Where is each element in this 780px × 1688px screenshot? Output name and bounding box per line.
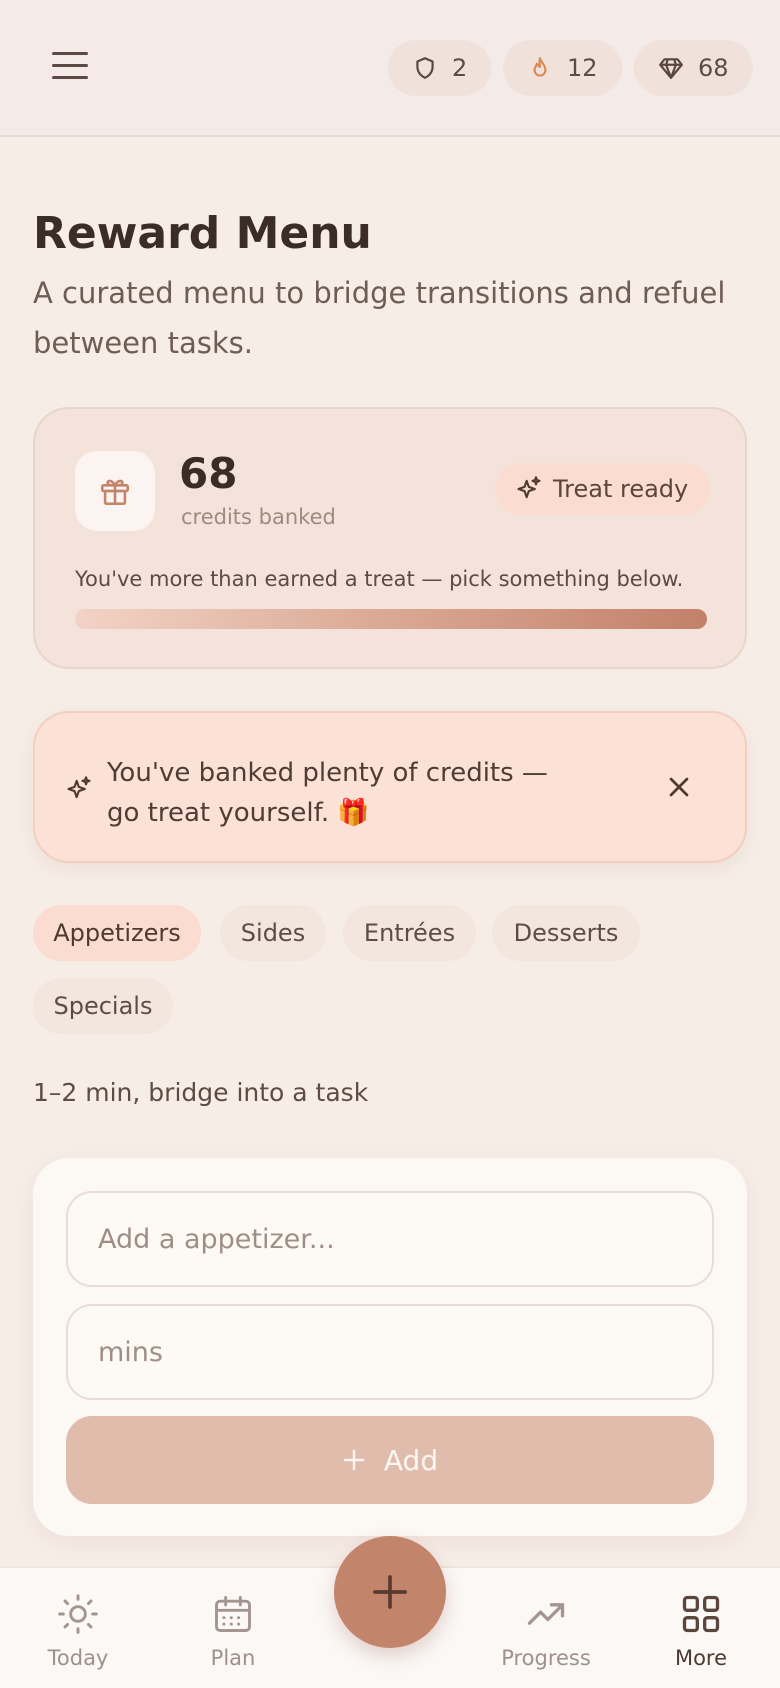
page-subtitle: A curated menu to bridge transitions and…: [33, 276, 726, 360]
hamburger-menu-icon[interactable]: [52, 52, 88, 82]
streak-stat[interactable]: 12: [503, 40, 622, 96]
tab-sides[interactable]: Sides: [220, 905, 326, 961]
credits-progress-bar: [75, 609, 707, 629]
credits-label: credits banked: [181, 505, 336, 529]
credits-amount: 68: [179, 449, 238, 498]
shield-stat[interactable]: 2: [388, 40, 492, 96]
plus-icon: [373, 1575, 407, 1609]
page-title: Reward Menu: [33, 208, 372, 259]
credits-message: You've more than earned a treat — pick s…: [75, 567, 684, 591]
tab-appetizers[interactable]: Appetizers: [33, 905, 201, 961]
tab-desserts[interactable]: Desserts: [492, 905, 640, 961]
sparkles-icon: [67, 776, 91, 799]
add-button[interactable]: Add: [66, 1416, 714, 1504]
nav-more[interactable]: More: [641, 1592, 761, 1670]
reward-menu-screen: 2 12 68 Reward Menu A curated menu to br…: [0, 0, 780, 1688]
nav-plan[interactable]: Plan: [173, 1592, 293, 1670]
tab-specials[interactable]: Specials: [33, 978, 173, 1034]
tab-entrees[interactable]: Entrées: [343, 905, 476, 961]
sparkles-icon: [517, 476, 541, 499]
streak-count: 12: [567, 54, 598, 82]
nav-progress-label: Progress: [501, 1646, 591, 1670]
nav-more-label: More: [674, 1646, 728, 1670]
add-button-label: Add: [383, 1443, 439, 1477]
treat-ready-badge: Treat ready: [495, 463, 711, 515]
alert-message: You've banked plenty of credits — go tre…: [107, 758, 548, 828]
nav-today[interactable]: Today: [18, 1592, 138, 1670]
credits-progress-fill: [75, 609, 707, 629]
nav-progress[interactable]: Progress: [486, 1592, 606, 1670]
top-bar: 2 12 68: [0, 0, 780, 137]
add-reward-form: Add: [33, 1158, 747, 1536]
reward-name-input[interactable]: [66, 1191, 714, 1287]
add-fab-button[interactable]: [334, 1536, 446, 1648]
flame-icon: [533, 57, 547, 77]
gems-count: 68: [698, 54, 729, 82]
minutes-input[interactable]: [66, 1304, 714, 1400]
gem-icon: [659, 58, 683, 79]
calendar-icon: [215, 1596, 251, 1632]
shield-count: 2: [452, 54, 468, 82]
nav-plan-label: Plan: [210, 1646, 256, 1670]
treat-ready-label: Treat ready: [553, 475, 689, 503]
grid-icon: [682, 1595, 720, 1633]
close-icon[interactable]: [663, 771, 695, 803]
gift-icon: [100, 479, 130, 506]
treat-alert-banner: You've banked plenty of credits — go tre…: [33, 711, 747, 863]
shield-icon: [416, 57, 434, 79]
plus-icon: [343, 1449, 365, 1471]
nav-today-label: Today: [47, 1646, 109, 1670]
gift-badge: [75, 451, 155, 531]
gems-stat[interactable]: 68: [634, 40, 753, 96]
trending-up-icon: [527, 1603, 565, 1625]
credits-card: 68 credits banked Treat ready You've mor…: [33, 407, 747, 669]
section-description: 1–2 min, bridge into a task: [33, 1078, 369, 1107]
sun-icon: [58, 1594, 98, 1634]
